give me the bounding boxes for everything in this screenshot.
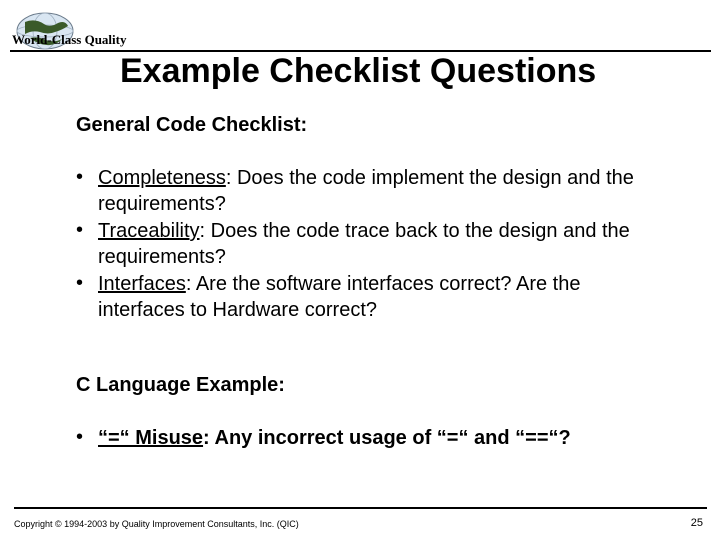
copyright-text: Copyright © 1994-2003 by Quality Improve… <box>14 519 299 529</box>
list-item: • Completeness: Does the code implement … <box>76 166 661 217</box>
list-item-body: Interfaces: Are the software interfaces … <box>98 272 661 323</box>
slide-header: World-Class Quality <box>10 10 711 52</box>
general-checklist: • Completeness: Does the code implement … <box>76 166 661 326</box>
section-heading-clang: C Language Example: <box>76 374 285 397</box>
bullet-icon: • <box>76 166 98 217</box>
header-brand-text: World-Class Quality <box>12 32 127 48</box>
slide-title: Example Checklist Questions <box>120 52 596 91</box>
list-item-body: Completeness: Does the code implement th… <box>98 166 661 217</box>
item-label: Interfaces <box>98 273 186 295</box>
item-label: Completeness <box>98 167 226 189</box>
page-number: 25 <box>691 517 703 529</box>
bullet-icon: • <box>76 219 98 270</box>
item-label: “=“ Misuse <box>98 427 203 449</box>
list-item-body: “=“ Misuse: Any incorrect usage of “=“ a… <box>98 426 691 452</box>
item-text: : Any incorrect usage of “=“ and “==“? <box>203 427 571 449</box>
item-label: Traceability <box>98 220 200 242</box>
list-item: • Interfaces: Are the software interface… <box>76 272 661 323</box>
footer-divider <box>14 507 707 509</box>
clang-checklist: • “=“ Misuse: Any incorrect usage of “=“… <box>76 426 691 452</box>
bullet-icon: • <box>76 272 98 323</box>
list-item: • “=“ Misuse: Any incorrect usage of “=“… <box>76 426 691 452</box>
list-item-body: Traceability: Does the code trace back t… <box>98 219 661 270</box>
section-heading-general: General Code Checklist: <box>76 114 307 137</box>
list-item: • Traceability: Does the code trace back… <box>76 219 661 270</box>
bullet-icon: • <box>76 426 98 452</box>
